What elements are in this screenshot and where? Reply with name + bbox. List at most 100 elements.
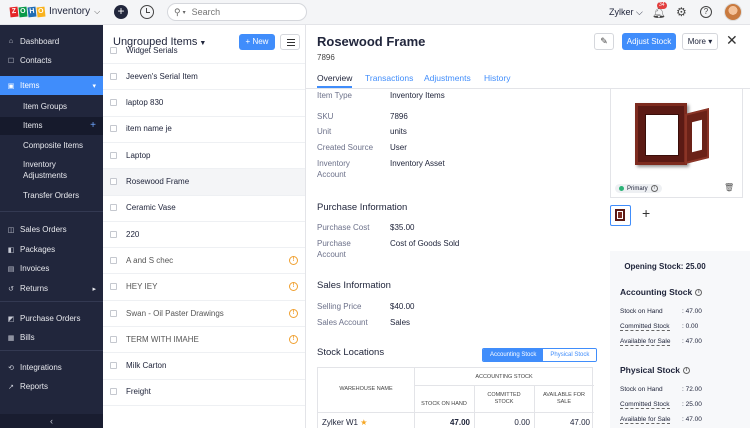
list-item[interactable]: Rosewood Frame [103,168,305,196]
row-checkbox[interactable] [110,283,117,291]
trash-icon[interactable]: 🗑︎ [724,183,734,192]
item-name[interactable]: 220 [126,230,139,239]
info-icon[interactable]: i [695,288,703,296]
row-checkbox[interactable] [110,362,117,370]
integrations-icon: ⟲ [8,364,14,372]
quick-create-button[interactable]: + [114,5,128,19]
list-item[interactable]: HEY IEY! [103,274,305,301]
list-item[interactable]: 220 [103,221,305,249]
sidebar-subitem-item-groups[interactable]: Item Groups [0,101,103,112]
sidebar-item-returns[interactable]: ↺ Returns ▸ [0,279,103,298]
reports-icon: ↗ [8,383,14,391]
list-item[interactable]: Laptop [103,142,305,170]
list-item[interactable]: laptop 830 [103,90,305,117]
sidebar-item-purchase-orders[interactable]: ◩ Purchase Orders [0,309,103,328]
item-name[interactable]: Freight [126,387,151,396]
sidebar-item-bills[interactable]: ▦ Bills [0,328,103,347]
tab-adjustments[interactable]: Adjustments [424,73,471,83]
row-checkbox[interactable] [110,72,117,80]
stock-label[interactable]: Committed Stock [620,323,670,331]
sidebar-item-invoices[interactable]: ▤ Invoices [0,259,103,278]
more-actions-button[interactable]: More ▾ [682,33,718,50]
help-icon[interactable]: ? [700,6,712,18]
returns-icon: ↺ [8,285,14,293]
sidebar-item-dashboard[interactable]: ⌂ Dashboard [0,32,103,51]
row-checkbox[interactable] [110,388,117,396]
list-item[interactable]: Ceramic Vase [103,195,305,222]
item-name[interactable]: TERM WITH IMAHE [126,335,199,344]
close-icon[interactable]: ✕ [726,32,738,49]
add-item-plus-icon[interactable]: + [90,117,96,135]
organization-switcher[interactable]: Zylker ⌵ [609,7,643,18]
search-bar[interactable]: ⚲ ▾ [167,3,307,21]
item-name[interactable]: Milk Carton [126,361,166,370]
list-item[interactable]: Freight [103,379,305,406]
row-checkbox[interactable] [110,125,117,133]
sidebar-subitem-transfer-orders[interactable]: Transfer Orders [0,190,103,201]
row-checkbox[interactable] [110,178,117,185]
sidebar-subitem-composite-items[interactable]: Composite Items [0,140,103,151]
sidebar-item-contacts[interactable]: ☐ Contacts [0,51,103,70]
item-name[interactable]: Jeeven's Serial Item [126,72,198,81]
tab-transactions[interactable]: Transactions [365,73,413,83]
adjust-stock-button[interactable]: Adjust Stock [622,33,676,50]
add-image-plus-icon[interactable]: + [642,205,650,221]
sidebar-item-reports[interactable]: ↗ Reports [0,377,103,396]
list-item[interactable]: A and S chec! [103,247,305,275]
info-icon[interactable]: i [650,185,658,192]
row-checkbox[interactable] [110,99,117,107]
list-item[interactable]: item name je [103,116,305,143]
image-thumbnail[interactable] [610,205,631,226]
stock-label[interactable]: Available for Sale [620,416,671,424]
row-checkbox[interactable] [110,335,117,343]
warning-icon[interactable]: ! [289,308,298,318]
row-checkbox[interactable] [110,230,117,238]
list-item[interactable]: Jeeven's Serial Item [103,63,305,91]
sidebar-item-sales-orders[interactable]: ◫ Sales Orders [0,220,103,239]
info-icon[interactable]: i [683,366,691,374]
field-value: User [390,143,407,152]
chevron-down-icon[interactable]: ▾ [183,9,186,16]
sidebar-item-integrations[interactable]: ⟲ Integrations [0,358,103,377]
item-name[interactable]: Widget Serials [126,46,178,55]
item-name[interactable]: Rosewood Frame [126,177,189,186]
item-name[interactable]: HEY IEY [126,282,157,291]
warning-icon[interactable]: ! [289,282,298,292]
warning-icon[interactable]: ! [289,334,298,344]
sidebar-subitem-items[interactable]: Items + [0,117,103,135]
item-name[interactable]: laptop 830 [126,98,163,107]
sidebar-subitem-label: Inventory [23,160,56,169]
row-checkbox[interactable] [110,204,117,212]
row-checkbox[interactable] [110,151,117,159]
row-checkbox[interactable] [110,256,117,264]
tab-history[interactable]: History [484,73,510,83]
collapse-sidebar-button[interactable]: ‹ [0,414,103,428]
item-name[interactable]: Ceramic Vase [126,203,176,212]
warning-icon[interactable]: ! [289,255,298,265]
item-name[interactable]: A and S chec [126,256,173,265]
recent-history-icon[interactable] [140,5,154,19]
row-checkbox[interactable] [110,309,117,317]
item-name[interactable]: Laptop [126,151,150,160]
app-logo[interactable]: ZOHO Inventory ⌵ [9,6,100,17]
sidebar-subitem-inventory-adjustments[interactable]: Inventory Adjustments [0,159,103,181]
sidebar-item-items[interactable]: ▣ Items ▾ [0,76,103,95]
physical-stock-toggle[interactable]: Physical Stock [543,349,597,361]
list-item[interactable]: Swan - Oil Paster Drawings! [103,300,305,327]
user-avatar[interactable] [724,3,742,21]
field-value: $35.00 [390,223,415,232]
tab-overview[interactable]: Overview [317,73,353,88]
list-item[interactable]: Widget Serials [103,37,305,64]
item-name[interactable]: Swan - Oil Paster Drawings [126,309,224,318]
list-item[interactable]: TERM WITH IMAHE! [103,326,305,354]
stock-label[interactable]: Available for Sale [620,338,671,346]
sidebar-item-packages[interactable]: ◧ Packages [0,240,103,259]
row-checkbox[interactable] [110,46,117,54]
item-name[interactable]: item name je [126,124,172,133]
stock-label[interactable]: Committed Stock [620,401,670,409]
list-item[interactable]: Milk Carton [103,353,305,380]
settings-gear-icon[interactable]: ⚙ [676,5,687,19]
accounting-stock-toggle[interactable]: Accounting Stock [483,349,544,361]
edit-pencil-icon[interactable]: ✎ [594,33,614,50]
search-input[interactable] [191,7,292,17]
